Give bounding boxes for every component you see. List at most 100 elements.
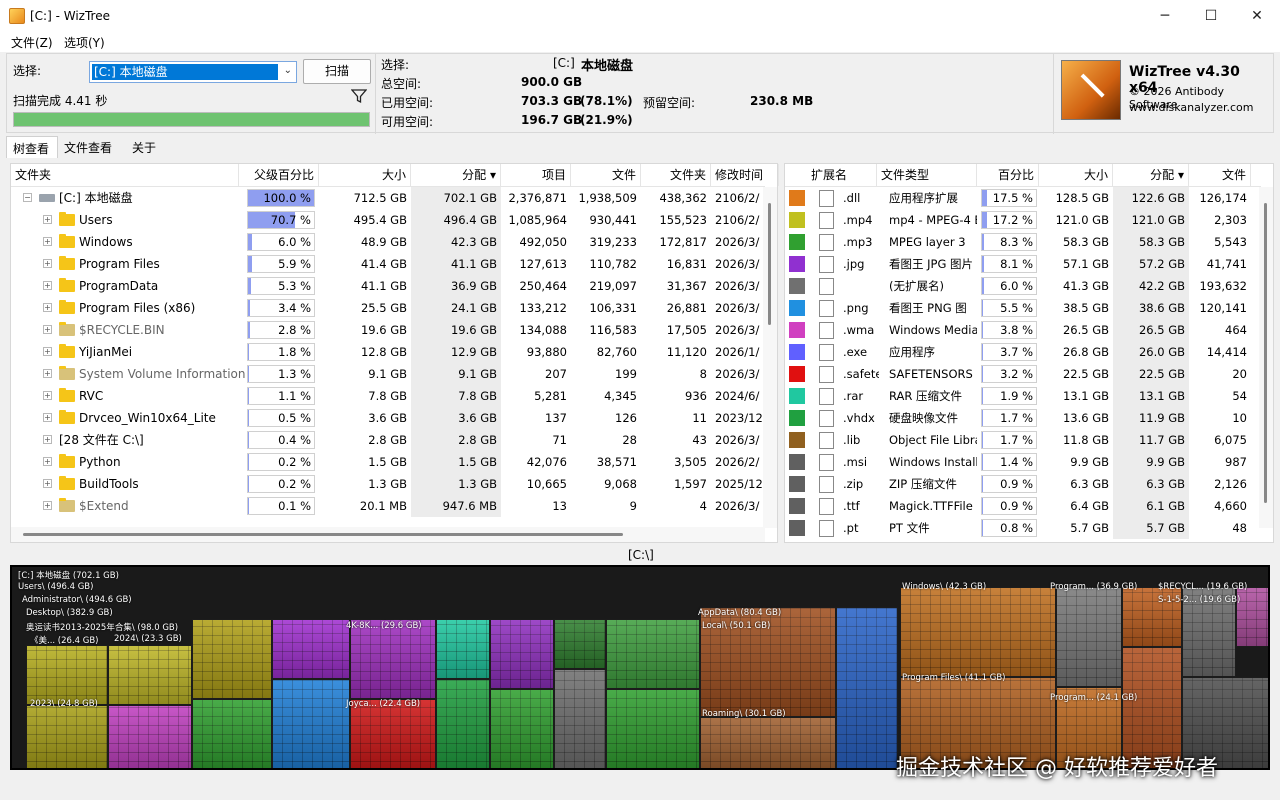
treemap-block[interactable]	[436, 679, 490, 768]
table-row[interactable]: + Python 0.2 % 1.5 GB 1.5 GB 42,076 38,571 3,50…	[11, 451, 765, 473]
treemap-block[interactable]	[606, 619, 700, 689]
vertical-scrollbar[interactable]	[763, 187, 777, 528]
scroll-thumb[interactable]	[768, 203, 771, 325]
tab-about[interactable]: 关于	[126, 136, 166, 158]
table-row[interactable]: + Windows 6.0 % 48.9 GB 42.3 GB 492,050 319,23…	[11, 231, 765, 253]
list-item[interactable]: .ttf Magick.TTFFile 0.9 % 6.4 GB 6.1 GB 4,660	[785, 495, 1261, 517]
logo-website[interactable]: www.diskanalyzer.com	[1129, 101, 1254, 114]
treemap-block[interactable]	[350, 699, 436, 768]
tree-header-0[interactable]: 文件夹	[11, 164, 239, 186]
extension-header-4[interactable]: 分配 ▾	[1113, 164, 1189, 186]
treemap-block[interactable]	[900, 587, 1056, 677]
treemap-block[interactable]	[490, 619, 554, 689]
menu-options[interactable]: 选项(Y)	[64, 34, 105, 51]
treemap-block[interactable]	[606, 689, 700, 768]
list-item[interactable]: .rar RAR 压缩文件 1.9 % 13.1 GB 13.1 GB 54	[785, 385, 1261, 407]
table-row[interactable]: + $RECYCLE.BIN 2.8 % 19.6 GB 19.6 GB 134,088 1…	[11, 319, 765, 341]
expander-icon[interactable]: +	[43, 303, 52, 312]
expander-icon[interactable]: +	[43, 457, 52, 466]
expander-icon[interactable]: +	[43, 215, 52, 224]
tree-header-1[interactable]: 父级百分比	[239, 164, 319, 186]
list-item[interactable]: .safete SAFETENSORS 文 3.2 % 22.5 GB 22.5 GB 2…	[785, 363, 1261, 385]
table-row[interactable]: + YiJianMei 1.8 % 12.8 GB 12.9 GB 93,880 82,76…	[11, 341, 765, 363]
list-item[interactable]: .exe 应用程序 3.7 % 26.8 GB 26.0 GB 14,414	[785, 341, 1261, 363]
expander-icon[interactable]: +	[43, 501, 52, 510]
treemap-block[interactable]	[272, 679, 350, 768]
expander-icon[interactable]: +	[43, 347, 52, 356]
expander-icon[interactable]: +	[43, 413, 52, 422]
list-item[interactable]: (无扩展名) 6.0 % 41.3 GB 42.2 GB 193,632	[785, 275, 1261, 297]
close-button[interactable]: ✕	[1234, 0, 1280, 32]
table-row[interactable]: + Drvceo_Win10x64_Lite 0.5 % 3.6 GB 3.6 GB 13…	[11, 407, 765, 429]
list-item[interactable]: .jpg 看图王 JPG 图片 8.1 % 57.1 GB 57.2 GB 41,741	[785, 253, 1261, 275]
list-item[interactable]: .png 看图王 PNG 图 5.5 % 38.5 GB 38.6 GB 120,141	[785, 297, 1261, 319]
table-row[interactable]: + Program Files 5.9 % 41.4 GB 41.1 GB 127,613…	[11, 253, 765, 275]
minimize-button[interactable]: ─	[1142, 0, 1188, 32]
list-item[interactable]: .pt PT 文件 0.8 % 5.7 GB 5.7 GB 48	[785, 517, 1261, 539]
scroll-thumb[interactable]	[1264, 203, 1267, 503]
extension-header-2[interactable]: 百分比	[977, 164, 1039, 186]
table-row[interactable]: + [28 文件在 C:\] 0.4 % 2.8 GB 2.8 GB 71 28 43 2026…	[11, 429, 765, 451]
list-item[interactable]: .wma Windows Media 3.8 % 26.5 GB 26.5 GB 464	[785, 319, 1261, 341]
list-item[interactable]: .msi Windows Installe 1.4 % 9.9 GB 9.9 GB 987	[785, 451, 1261, 473]
table-row[interactable]: + System Volume Information 1.3 % 9.1 GB 9.1…	[11, 363, 765, 385]
tab-tree-view[interactable]: 树查看	[6, 136, 58, 158]
scroll-thumb[interactable]	[23, 533, 623, 536]
list-item[interactable]: .zip ZIP 压缩文件 0.9 % 6.3 GB 6.3 GB 2,126	[785, 473, 1261, 495]
tree-header-4[interactable]: 项目	[501, 164, 571, 186]
treemap-block[interactable]	[554, 669, 606, 768]
treemap-block[interactable]	[436, 619, 490, 679]
extension-header-5[interactable]: 文件	[1189, 164, 1251, 186]
maximize-button[interactable]: ☐	[1188, 0, 1234, 32]
expander-icon[interactable]: +	[43, 281, 52, 290]
expander-icon[interactable]: +	[43, 369, 52, 378]
treemap-block[interactable]	[1236, 587, 1268, 647]
list-item[interactable]: .dll 应用程序扩展 17.5 % 128.5 GB 122.6 GB 126,174	[785, 187, 1261, 209]
expander-icon[interactable]: +	[43, 479, 52, 488]
treemap-block[interactable]	[1056, 587, 1122, 687]
extension-header-3[interactable]: 大小	[1039, 164, 1113, 186]
expander-icon[interactable]: +	[43, 391, 52, 400]
list-item[interactable]: .mp4 mp4 - MPEG-4 E 17.2 % 121.0 GB 121.0 GB…	[785, 209, 1261, 231]
list-item[interactable]: .lib Object File Libra 1.7 % 11.8 GB 11.7 GB…	[785, 429, 1261, 451]
list-item[interactable]: .mp3 MPEG layer 3 8.3 % 58.3 GB 58.3 GB 5,543	[785, 231, 1261, 253]
tree-header-3[interactable]: 分配 ▾	[411, 164, 501, 186]
table-row[interactable]: + BuildTools 0.2 % 1.3 GB 1.3 GB 10,665 9,068 1…	[11, 473, 765, 495]
expander-icon[interactable]: +	[43, 435, 52, 444]
expander-icon[interactable]: −	[23, 193, 32, 202]
treemap-block[interactable]	[108, 705, 192, 768]
filter-icon[interactable]	[351, 88, 367, 104]
treemap-block[interactable]	[272, 619, 350, 679]
treemap-block[interactable]	[350, 619, 436, 699]
table-row[interactable]: − [C:] 本地磁盘 100.0 % 712.5 GB 702.1 GB 2,376,8…	[11, 187, 765, 209]
tree-header-5[interactable]: 文件	[571, 164, 641, 186]
extension-header-1[interactable]: 文件类型	[877, 164, 977, 186]
treemap-block[interactable]	[490, 689, 554, 768]
expander-icon[interactable]: +	[43, 259, 52, 268]
list-item[interactable]: .vhdx 硬盘映像文件 1.7 % 13.6 GB 11.9 GB 10	[785, 407, 1261, 429]
horizontal-scrollbar[interactable]	[11, 527, 765, 542]
menu-file[interactable]: 文件(Z)	[11, 34, 53, 51]
expander-icon[interactable]: +	[43, 237, 52, 246]
expander-icon[interactable]: +	[43, 325, 52, 334]
table-row[interactable]: + $Extend 0.1 % 20.1 MB 947.6 MB 13 9 4 2026/3/	[11, 495, 765, 517]
treemap-block[interactable]	[554, 619, 606, 669]
tree-header-7[interactable]: 修改时间	[711, 164, 779, 186]
tree-header-2[interactable]: 大小	[319, 164, 411, 186]
tree-header-6[interactable]: 文件夹	[641, 164, 711, 186]
table-row[interactable]: + RVC 1.1 % 7.8 GB 7.8 GB 5,281 4,345 936 2024/6…	[11, 385, 765, 407]
treemap-block[interactable]	[26, 645, 108, 705]
table-row[interactable]: + ProgramData 5.3 % 41.1 GB 36.9 GB 250,464 21…	[11, 275, 765, 297]
treemap-block[interactable]	[26, 705, 108, 768]
scan-button[interactable]: 扫描	[303, 59, 371, 84]
treemap-block[interactable]	[836, 607, 898, 768]
drive-select[interactable]: [C:] 本地磁盘 ⌄	[89, 61, 297, 83]
table-row[interactable]: + Users 70.7 % 495.4 GB 496.4 GB 1,085,964 930…	[11, 209, 765, 231]
vertical-scrollbar[interactable]	[1259, 187, 1273, 528]
table-row[interactable]: + Program Files (x86) 3.4 % 25.5 GB 24.1 GB 1…	[11, 297, 765, 319]
treemap[interactable]: [C:] 本地磁盘 (702.1 GB) Users\ (496.4 GB) Adm…	[10, 565, 1270, 770]
treemap-block[interactable]	[108, 645, 192, 705]
tab-file-view[interactable]: 文件查看	[58, 136, 126, 158]
extension-header-0[interactable]: 扩展名	[807, 164, 877, 186]
treemap-block[interactable]	[700, 717, 836, 768]
